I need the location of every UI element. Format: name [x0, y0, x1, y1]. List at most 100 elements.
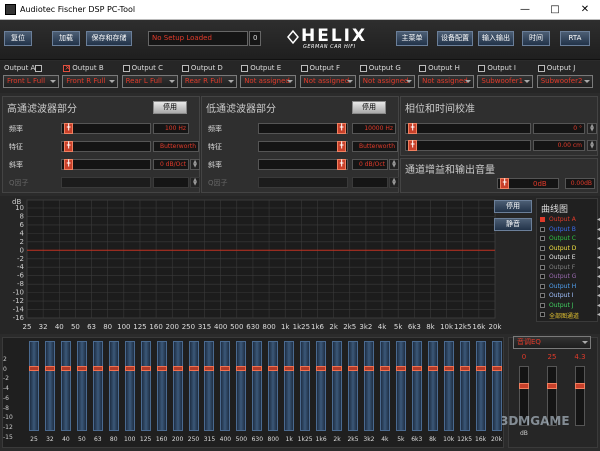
- eq-band-thumb[interactable]: [188, 366, 199, 371]
- checkbox-box[interactable]: [478, 64, 486, 72]
- eq-band-slider[interactable]: [395, 341, 406, 431]
- eq-band-thumb[interactable]: [252, 366, 263, 371]
- eq-band-slider[interactable]: [60, 341, 71, 431]
- legend-checkbox[interactable]: [540, 274, 545, 279]
- eq-band-thumb[interactable]: [348, 366, 358, 371]
- legend-checkbox[interactable]: [540, 226, 545, 232]
- eq-mode-dropdown[interactable]: 音调EQ: [513, 336, 591, 349]
- lowpass-q-value[interactable]: [352, 177, 388, 188]
- eq-band-slider[interactable]: [220, 341, 231, 431]
- eq-band-slider[interactable]: [268, 341, 279, 431]
- output-assign-dropdown-i[interactable]: Subwoofer1: [477, 75, 534, 88]
- checkbox-box[interactable]: [122, 64, 130, 72]
- eq-band-thumb[interactable]: [411, 366, 422, 371]
- output-assign-dropdown-e[interactable]: Not assigned: [240, 75, 297, 88]
- checkbox-box[interactable]: [537, 64, 545, 72]
- output-checkbox-h[interactable]: Output H: [419, 64, 460, 72]
- slider-thumb[interactable]: ╋: [500, 178, 509, 189]
- eq-band-thumb[interactable]: [395, 366, 406, 371]
- highpass-freq-slider[interactable]: ╋: [61, 123, 151, 134]
- checkbox-box[interactable]: [35, 64, 43, 72]
- input-output-button[interactable]: 输入输出: [478, 31, 514, 46]
- output-checkbox-e[interactable]: Output E: [241, 64, 281, 72]
- slider-thumb[interactable]: ╋: [408, 140, 417, 151]
- output-checkbox-j[interactable]: Output J: [537, 64, 575, 72]
- eq-band-slider[interactable]: [284, 341, 295, 431]
- lowpass-q-slider[interactable]: [258, 177, 348, 188]
- reset-button[interactable]: 复位: [4, 31, 32, 46]
- eq-band-thumb[interactable]: [284, 366, 295, 371]
- output-checkbox-f[interactable]: Output F: [300, 64, 340, 72]
- legend-checkbox[interactable]: [540, 293, 545, 298]
- eq-band-thumb[interactable]: [427, 366, 438, 371]
- device-config-button[interactable]: 设备配置: [437, 31, 473, 46]
- main-menu-button[interactable]: 主菜单: [396, 31, 428, 46]
- eq-param-value[interactable]: 4.3: [572, 353, 588, 361]
- checkbox-box[interactable]: [63, 63, 71, 72]
- eq-param-thumb[interactable]: [519, 383, 529, 389]
- legend-item[interactable]: Output A ◀: [540, 216, 600, 223]
- legend-checkbox[interactable]: [540, 264, 545, 270]
- eq-band-slider[interactable]: [172, 341, 183, 431]
- eq-band-slider[interactable]: [300, 341, 311, 431]
- lowpass-char-slider[interactable]: ╋: [258, 141, 348, 152]
- highpass-toggle-button[interactable]: 停用: [153, 101, 187, 114]
- eq-band-thumb[interactable]: [475, 366, 486, 371]
- highpass-slope-value[interactable]: 0 dB/Oct: [153, 159, 189, 170]
- output-assign-dropdown-d[interactable]: Rear R Full: [180, 75, 237, 88]
- legend-item[interactable]: 全部图通道 ◀: [540, 311, 600, 320]
- eq-param-value[interactable]: 0: [516, 353, 532, 361]
- eq-band-slider[interactable]: [188, 341, 199, 431]
- highpass-slope-spinner[interactable]: ▲ ▼: [190, 159, 200, 170]
- time-button[interactable]: 时间: [522, 31, 550, 46]
- lowpass-slope-spinner[interactable]: ▲ ▼: [389, 159, 399, 170]
- legend-checkbox[interactable]: [540, 312, 545, 317]
- phase-spinner[interactable]: ▲ ▼: [587, 123, 597, 134]
- lowpass-freq-slider[interactable]: ╋: [258, 123, 348, 134]
- output-checkbox-d[interactable]: Output D: [181, 64, 223, 72]
- graph-disable-button[interactable]: 停用: [494, 200, 532, 213]
- eq-band-slider[interactable]: [156, 341, 167, 431]
- eq-band-thumb[interactable]: [156, 366, 167, 371]
- eq-band-thumb[interactable]: [220, 366, 231, 371]
- time-spinner[interactable]: ▲ ▼: [587, 140, 597, 151]
- eq-band-slider[interactable]: [459, 341, 470, 431]
- slider-thumb[interactable]: ╋: [337, 141, 346, 152]
- highpass-char-slider[interactable]: ╋: [61, 141, 151, 152]
- load-button[interactable]: 加载: [52, 31, 80, 46]
- checkbox-box[interactable]: [300, 64, 308, 72]
- eq-band-thumb[interactable]: [204, 366, 215, 371]
- checkbox-box[interactable]: [181, 64, 189, 72]
- eq-band-slider[interactable]: [236, 341, 247, 431]
- eq-band-thumb[interactable]: [443, 366, 454, 371]
- output-checkbox-a[interactable]: Output A: [4, 64, 44, 72]
- eq-band-slider[interactable]: [332, 341, 343, 431]
- eq-param-value[interactable]: 25: [544, 353, 560, 361]
- eq-band-thumb[interactable]: [44, 366, 55, 371]
- eq-band-thumb[interactable]: [172, 366, 183, 371]
- eq-band-thumb[interactable]: [316, 366, 327, 371]
- eq-band-slider[interactable]: [491, 341, 502, 431]
- highpass-q-value[interactable]: [153, 177, 189, 188]
- slider-thumb[interactable]: ╋: [337, 159, 346, 170]
- minimize-button[interactable]: —: [510, 4, 540, 15]
- eq-band-thumb[interactable]: [236, 366, 247, 371]
- legend-checkbox[interactable]: [540, 217, 545, 222]
- eq-band-slider[interactable]: [204, 341, 215, 431]
- eq-band-slider[interactable]: [44, 341, 55, 431]
- eq-band-thumb[interactable]: [92, 366, 103, 371]
- graph-mute-button[interactable]: 静音: [494, 218, 532, 231]
- legend-item[interactable]: Output F ◀: [540, 264, 600, 271]
- eq-band-slider[interactable]: [108, 341, 119, 431]
- output-assign-dropdown-j[interactable]: Subwoofer2: [536, 75, 593, 88]
- legend-checkbox[interactable]: [540, 236, 545, 241]
- eq-band-thumb[interactable]: [379, 366, 390, 371]
- eq-band-slider[interactable]: [348, 341, 358, 431]
- eq-band-thumb[interactable]: [332, 366, 343, 371]
- output-assign-dropdown-a[interactable]: Front L Full: [3, 75, 59, 88]
- highpass-q-spinner[interactable]: ▲ ▼: [190, 177, 200, 188]
- highpass-freq-value[interactable]: 100 Hz: [153, 123, 189, 134]
- legend-item[interactable]: Output C ◀: [540, 235, 600, 242]
- legend-item[interactable]: Output B ◀: [540, 226, 600, 233]
- legend-checkbox[interactable]: [540, 283, 545, 289]
